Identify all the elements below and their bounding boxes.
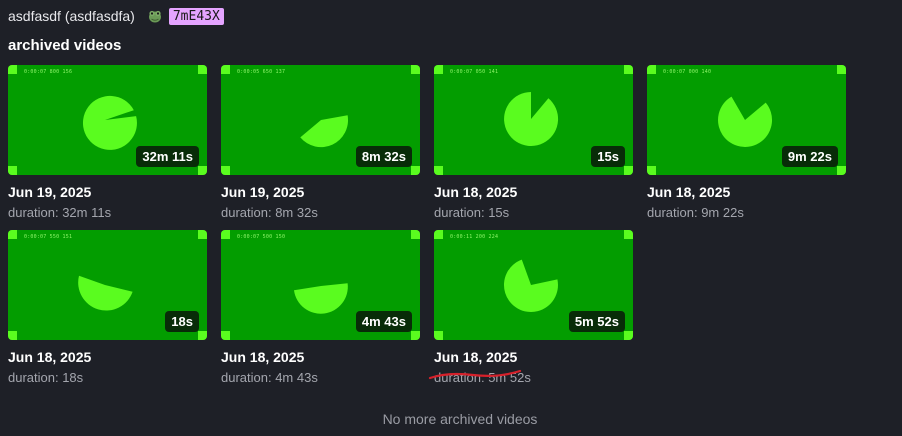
duration-badge: 9m 22s — [781, 146, 838, 167]
video-duration: duration: 8m 32s — [221, 205, 318, 220]
video-thumbnail[interactable]: 0:00:07 050 141 15s — [434, 65, 633, 175]
duration-badge: 4m 43s — [355, 311, 412, 332]
duration-badge: 5m 52s — [568, 311, 625, 332]
video-duration: duration: 32m 11s — [8, 205, 112, 220]
video-thumbnail[interactable]: 0:00:11 200 224 5m 52s — [434, 230, 633, 340]
video-thumbnail[interactable]: 0:00:07 550 151 18s — [8, 230, 207, 340]
video-date: Jun 18, 2025 — [434, 184, 518, 200]
duration-badge: 8m 32s — [355, 146, 412, 167]
duration-badge: 18s — [165, 311, 199, 332]
video-card[interactable]: 0:00:07 800 156 32m 11s Jun 19, 2025 dur… — [8, 65, 207, 220]
frog-icon — [147, 8, 163, 24]
duration-badge: 15s — [591, 146, 625, 167]
end-of-list-message: No more archived videos — [382, 411, 538, 427]
video-date: Jun 18, 2025 — [434, 349, 518, 365]
video-thumbnail[interactable]: 0:00:07 500 150 4m 43s — [221, 230, 420, 340]
video-duration: duration: 4m 43s — [221, 370, 318, 385]
video-thumbnail[interactable]: 0:00:05 650 137 8m 32s — [221, 65, 420, 175]
video-card[interactable]: 0:00:07 050 141 15s Jun 18, 2025 duratio… — [434, 65, 633, 220]
video-duration: duration: 15s — [434, 205, 510, 220]
video-date: Jun 19, 2025 — [8, 184, 92, 200]
duration-badge: 32m 11s — [136, 146, 199, 167]
video-duration: duration: 9m 22s — [647, 205, 744, 220]
red-underline-annotation — [428, 369, 522, 380]
video-duration: duration: 18s — [8, 370, 84, 385]
username-label: asdfasdf (asdfasdfa) — [8, 8, 135, 24]
video-date: Jun 19, 2025 — [221, 184, 305, 200]
video-date: Jun 18, 2025 — [221, 349, 305, 365]
video-date: Jun 18, 2025 — [647, 184, 731, 200]
video-thumbnail[interactable]: 0:00:07 800 156 32m 11s — [8, 65, 207, 175]
video-card[interactable]: 0:00:11 200 224 5m 52s Jun 18, 2025 dura… — [434, 230, 633, 385]
section-title: archived videos — [8, 37, 122, 54]
video-card[interactable]: 0:00:07 500 150 4m 43s Jun 18, 2025 dura… — [221, 230, 420, 385]
video-card[interactable]: 0:00:07 550 151 18s Jun 18, 2025 duratio… — [8, 230, 207, 385]
video-card[interactable]: 0:00:07 000 140 9m 22s Jun 18, 2025 dura… — [647, 65, 846, 220]
header-bar: asdfasdf (asdfasdfa) 7mE43X — [8, 6, 224, 26]
user-code-badge: 7mE43X — [168, 7, 224, 25]
video-grid: 0:00:07 800 156 32m 11s Jun 19, 2025 dur… — [8, 65, 846, 385]
video-date: Jun 18, 2025 — [8, 349, 92, 365]
video-thumbnail[interactable]: 0:00:07 000 140 9m 22s — [647, 65, 846, 175]
video-card[interactable]: 0:00:05 650 137 8m 32s Jun 19, 2025 dura… — [221, 65, 420, 220]
